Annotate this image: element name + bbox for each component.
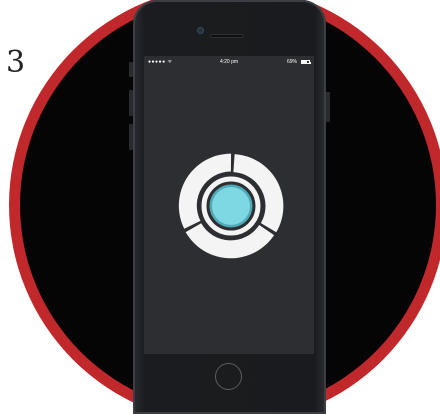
center-glow-core bbox=[212, 187, 250, 225]
speaker-grille-icon bbox=[210, 34, 244, 38]
front-camera-icon bbox=[198, 28, 203, 33]
home-button-icon[interactable] bbox=[215, 363, 242, 390]
phone-screen: ●●●●● ᯤ 4:20 pm 69% bbox=[144, 56, 314, 354]
power-button bbox=[326, 92, 330, 122]
segmented-ring-sensor-icon[interactable] bbox=[175, 150, 287, 262]
battery-icon bbox=[301, 60, 311, 64]
status-bar: ●●●●● ᯤ 4:20 pm 69% bbox=[144, 56, 314, 68]
battery-percent: 69% bbox=[286, 59, 297, 65]
